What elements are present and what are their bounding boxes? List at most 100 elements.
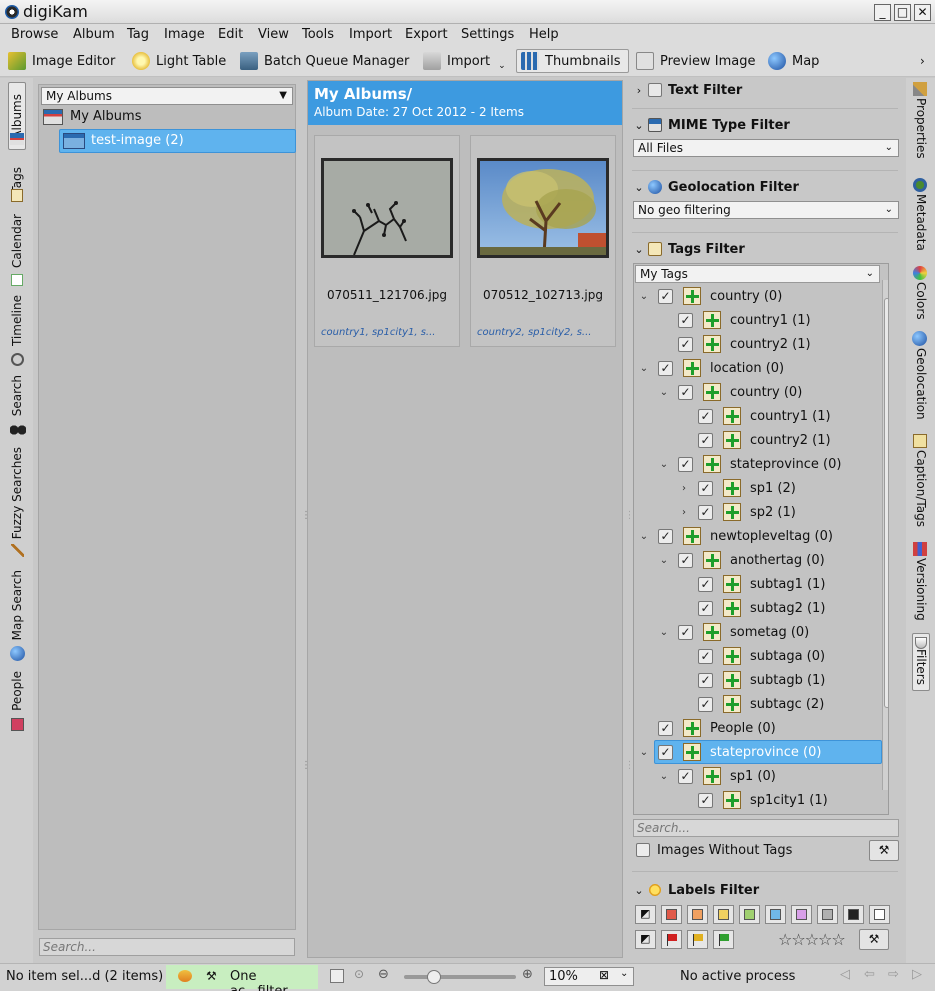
thumbnail-item[interactable]: 070511_121706.jpg country1, sp1city1, s.… xyxy=(314,135,460,347)
tag-checkbox[interactable]: ✓ xyxy=(698,432,713,448)
tab-people[interactable]: People xyxy=(8,666,26,716)
color-label-swatch[interactable] xyxy=(869,905,890,924)
tag-checkbox[interactable]: ✓ xyxy=(658,360,673,376)
tag-checkbox[interactable]: ✓ xyxy=(658,720,673,736)
tag-tree-row[interactable]: ✓ country1 (1) xyxy=(634,404,888,428)
menu-tools[interactable]: Tools xyxy=(302,27,334,42)
rating-stars[interactable]: ☆☆☆☆☆ xyxy=(778,930,846,949)
tag-tree-row[interactable]: ✓ subtag2 (1) xyxy=(634,596,888,620)
zoom-in-icon[interactable]: ⊕ xyxy=(522,967,533,982)
tag-tree-row[interactable]: ✓ country1 (1) xyxy=(634,308,888,332)
tag-tree-row[interactable]: › ✓ sp2 (1) xyxy=(634,500,888,524)
tag-checkbox[interactable]: ✓ xyxy=(698,504,713,520)
tag-checkbox[interactable]: ✓ xyxy=(678,552,693,568)
tag-tree-row[interactable]: ✓ country2 (1) xyxy=(634,332,888,356)
tag-tree-row[interactable]: ⌄ ✓ sometag (0) xyxy=(634,620,888,644)
tag-checkbox[interactable]: ✓ xyxy=(698,600,713,616)
chevron-down-icon[interactable]: ⌄ xyxy=(658,555,670,566)
tab-caption-tags[interactable]: Caption/Tags xyxy=(912,450,930,527)
tag-tree-row[interactable]: ⌄ ✓ anothertag (0) xyxy=(634,548,888,572)
chevron-down-icon[interactable]: ⌄ xyxy=(658,627,670,638)
menu-tag[interactable]: Tag xyxy=(127,27,149,42)
clear-icon[interactable]: ⊠ xyxy=(599,968,609,982)
filter-status-indicator[interactable]: ⚒ One ac...filter xyxy=(166,965,318,991)
splitter-handle[interactable]: ⋮ xyxy=(625,510,635,521)
menu-browse[interactable]: Browse xyxy=(11,27,58,42)
chevron-down-icon[interactable]: ⌄ xyxy=(658,771,670,782)
mime-type-select[interactable]: All Files ⌄ xyxy=(633,139,899,157)
tag-checkbox[interactable]: ✓ xyxy=(678,768,693,784)
thumbnails-button[interactable]: Thumbnails xyxy=(516,49,629,73)
zoom-slider[interactable] xyxy=(404,970,516,984)
tag-checkbox[interactable]: ✓ xyxy=(658,528,673,544)
text-filter-header[interactable]: › Text Filter xyxy=(630,80,743,100)
tag-checkbox[interactable]: ✓ xyxy=(698,672,713,688)
batch-queue-button[interactable]: Batch Queue Manager xyxy=(240,49,409,73)
tab-metadata[interactable]: Metadata xyxy=(912,194,930,251)
chevron-down-icon[interactable]: ⌄ xyxy=(658,459,670,470)
tab-colors[interactable]: Colors xyxy=(912,282,930,320)
tag-checkbox[interactable]: ✓ xyxy=(658,744,673,760)
tag-checkbox[interactable]: ✓ xyxy=(678,384,693,400)
tag-checkbox[interactable]: ✓ xyxy=(698,696,713,712)
tags-search-input[interactable]: Search... xyxy=(633,819,899,837)
tag-tree-row[interactable]: ✓ People (0) xyxy=(634,716,888,740)
menu-help[interactable]: Help xyxy=(529,27,559,42)
maximize-button[interactable]: □ xyxy=(894,4,911,21)
color-label-swatch[interactable] xyxy=(817,905,838,924)
color-label-swatch[interactable] xyxy=(713,905,734,924)
minimize-button[interactable]: _ xyxy=(874,4,891,21)
tag-tree-row[interactable]: ✓ subtag1 (1) xyxy=(634,572,888,596)
chevron-down-icon[interactable]: ⌄ xyxy=(638,363,650,374)
next-item-icon[interactable]: ⇨ xyxy=(888,967,899,982)
light-table-button[interactable]: Light Table xyxy=(132,49,226,73)
chevron-down-icon[interactable]: ⌄ xyxy=(638,747,650,758)
tag-tree-row[interactable]: ✓ subtagb (1) xyxy=(634,668,888,692)
splitter-handle[interactable]: ⋮ xyxy=(301,510,311,521)
tag-tree-row[interactable]: ✓ subtaga (0) xyxy=(634,644,888,668)
last-item-icon[interactable]: ▷ xyxy=(912,967,922,982)
tab-search[interactable]: Search xyxy=(8,370,26,422)
album-root-selector[interactable]: My Albums ▼ xyxy=(41,87,293,105)
preview-image-button[interactable]: Preview Image xyxy=(636,49,755,73)
map-button[interactable]: Map xyxy=(768,49,819,73)
mime-filter-header[interactable]: ⌄ MIME Type Filter xyxy=(630,115,789,135)
images-without-tags-checkbox[interactable] xyxy=(636,843,650,857)
tag-checkbox[interactable]: ✓ xyxy=(698,576,713,592)
pick-label-flag[interactable] xyxy=(687,930,708,949)
tab-map-search[interactable]: Map Search xyxy=(8,564,26,646)
geolocation-filter-header[interactable]: ⌄ Geolocation Filter xyxy=(630,177,799,197)
zoom-to-100-icon[interactable]: ⊙ xyxy=(354,967,364,981)
tag-checkbox[interactable]: ✓ xyxy=(698,480,713,496)
tab-versioning[interactable]: Versioning xyxy=(912,558,930,621)
color-label-swatch[interactable] xyxy=(739,905,760,924)
splitter-handle[interactable]: ⋮ xyxy=(625,760,635,771)
tab-fuzzy-searches[interactable]: Fuzzy Searches xyxy=(8,442,26,544)
tag-tree-row[interactable]: ✓ sp1city1 (1) xyxy=(634,788,888,812)
color-label-swatch[interactable] xyxy=(661,905,682,924)
tag-tree-row[interactable]: ✓ subtagc (2) xyxy=(634,692,888,716)
tab-properties[interactable]: Properties xyxy=(912,98,930,159)
close-button[interactable]: ✕ xyxy=(914,4,931,21)
zoom-level-field[interactable]: 10% ⊠ ⌄ xyxy=(544,967,634,986)
chevron-down-icon[interactable]: ⌄ xyxy=(638,531,650,542)
fit-to-window-icon[interactable] xyxy=(330,969,344,983)
zoom-out-icon[interactable]: ⊖ xyxy=(378,967,389,982)
toolbar-overflow-icon[interactable]: › xyxy=(920,49,925,73)
image-editor-button[interactable]: Image Editor xyxy=(8,49,115,73)
color-label-swatch[interactable] xyxy=(687,905,708,924)
thumbnail-item[interactable]: 070512_102713.jpg country2, sp1city2, s.… xyxy=(470,135,616,347)
tag-tree-row[interactable]: ⌄ ✓ sp1 (0) xyxy=(634,764,888,788)
color-label-none[interactable]: ◩ xyxy=(635,905,656,924)
tag-checkbox[interactable]: ✓ xyxy=(658,288,673,304)
menu-album[interactable]: Album xyxy=(73,27,115,42)
tag-checkbox[interactable]: ✓ xyxy=(678,624,693,640)
labels-filter-header[interactable]: ⌄ Labels Filter xyxy=(630,880,759,900)
tag-tree-row[interactable]: ⌄ ✓ country (0) xyxy=(634,380,888,404)
chevron-right-icon[interactable]: › xyxy=(678,507,690,518)
color-label-swatch[interactable] xyxy=(765,905,786,924)
tag-tree-row[interactable]: ⌄ ✓ newtopleveltag (0) xyxy=(634,524,888,548)
tab-geolocation[interactable]: Geolocation xyxy=(912,348,930,420)
previous-item-icon[interactable]: ⇦ xyxy=(864,967,875,982)
menu-import[interactable]: Import xyxy=(349,27,392,42)
